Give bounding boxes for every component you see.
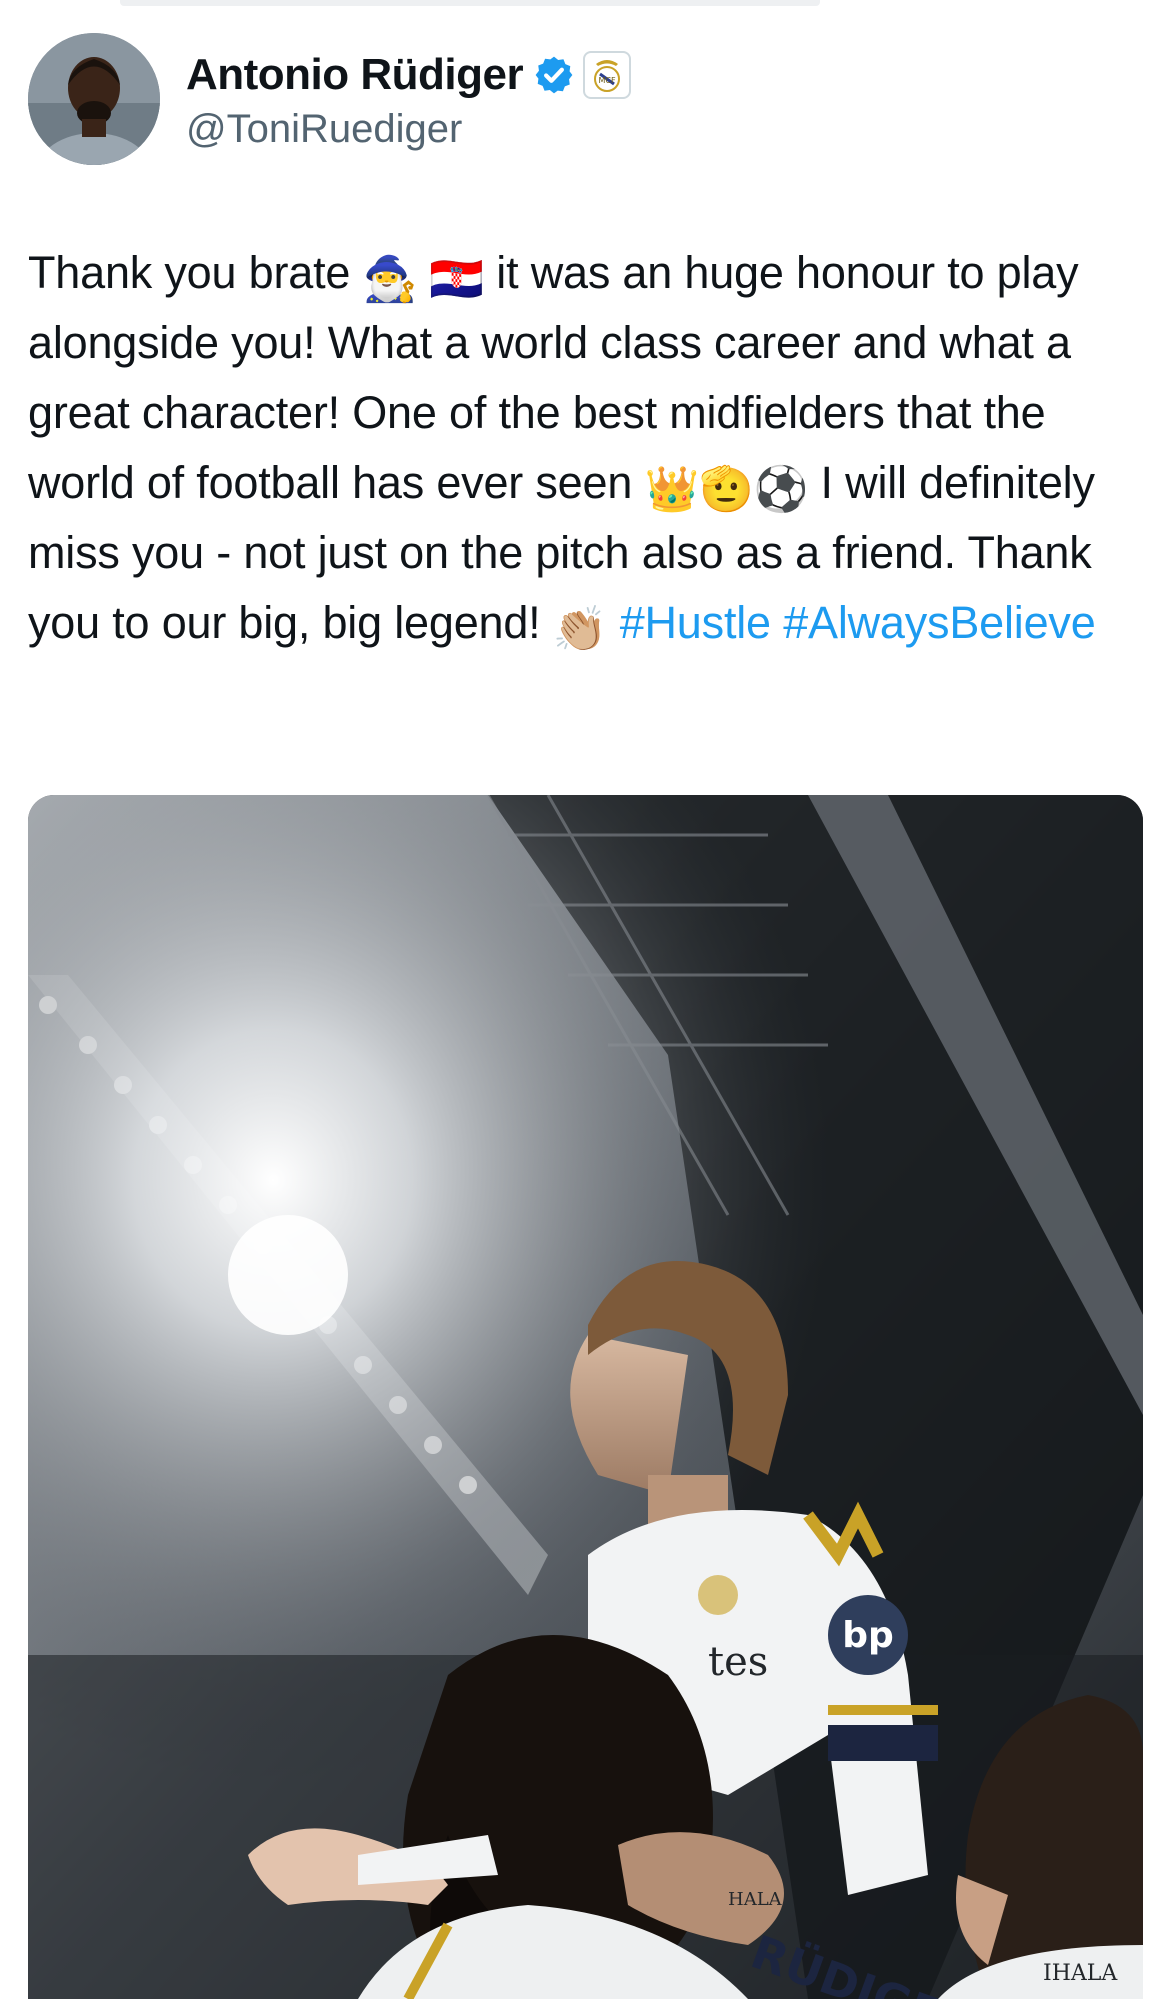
- croatia-flag-emoji-icon: 🇭🇷: [429, 255, 484, 304]
- crown-emoji-icon: 👑: [644, 465, 700, 514]
- tweet-body: Thank you brate 🧙‍♂️ 🇭🇷 it was an huge h…: [28, 238, 1158, 658]
- celebration-photo: bp tes HALA RÜDIGER IHALA: [28, 795, 1143, 1999]
- author-handle[interactable]: @ToniRuediger: [186, 107, 631, 152]
- tweet-text-part-1: Thank you brate: [28, 247, 363, 298]
- tweet-media-photo[interactable]: bp tes HALA RÜDIGER IHALA: [28, 795, 1143, 1999]
- tweet-header: Antonio Rüdiger MCF @ToniRuediger: [28, 33, 1148, 168]
- soccer-ball-emoji-icon: ⚽: [753, 465, 809, 514]
- author-display-name[interactable]: Antonio Rüdiger: [186, 50, 524, 100]
- verified-badge-icon: [535, 56, 573, 94]
- hashtag-always-believe[interactable]: #AlwaysBelieve: [783, 597, 1096, 648]
- hashtag-hustle[interactable]: #Hustle: [620, 597, 771, 648]
- previous-post-edge: [120, 0, 820, 6]
- clapping-hands-emoji-icon: 👏🏼: [552, 605, 608, 654]
- mage-emoji-icon: 🧙‍♂️: [362, 255, 418, 304]
- real-madrid-crest-icon: MCF: [594, 60, 621, 92]
- affiliation-badge[interactable]: MCF: [583, 51, 632, 99]
- svg-text:MCF: MCF: [599, 76, 616, 85]
- jersey-text-small: HALA: [728, 1889, 783, 1910]
- jersey-text-back: IHALA: [1043, 1961, 1118, 1986]
- svg-text:bp: bp: [842, 1615, 894, 1656]
- author-avatar[interactable]: [28, 33, 160, 165]
- jersey-text-sponsor: tes: [708, 1639, 768, 1685]
- avatar-photo: [28, 33, 160, 165]
- saluting-face-emoji-icon: 🫡: [699, 465, 754, 514]
